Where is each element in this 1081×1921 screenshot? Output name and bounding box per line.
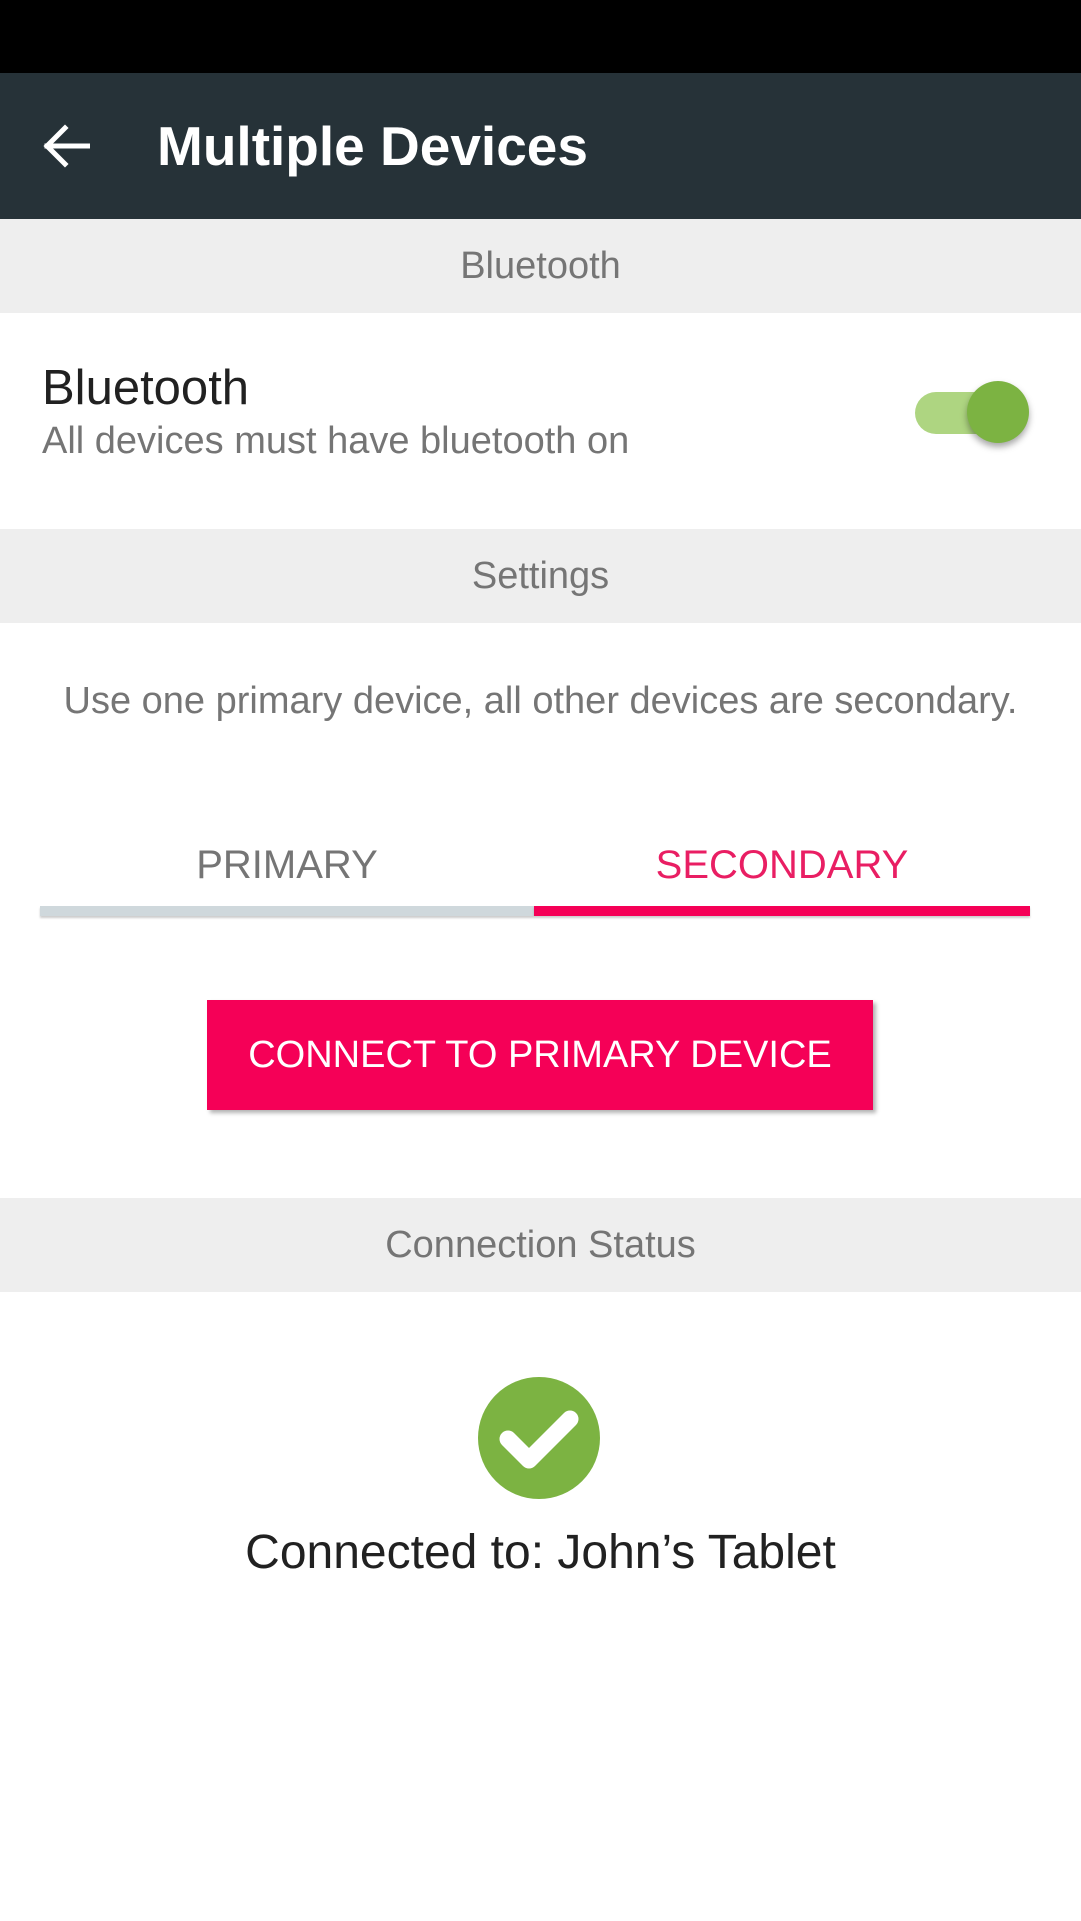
section-header-bluetooth: Bluetooth xyxy=(0,219,1081,313)
bluetooth-setting-subtitle: All devices must have bluetooth on xyxy=(42,420,630,462)
bluetooth-setting-title: Bluetooth xyxy=(42,361,250,415)
connect-to-primary-button[interactable]: CONNECT TO PRIMARY DEVICE xyxy=(207,1000,873,1110)
tab-primary[interactable]: PRIMARY xyxy=(40,820,534,910)
section-header-connection-status: Connection Status xyxy=(0,1198,1081,1292)
app-bar: Multiple Devices xyxy=(0,73,1081,219)
connection-status-text: Connected to: John’s Tablet xyxy=(245,1526,836,1579)
settings-description: Use one primary device, all other device… xyxy=(63,680,1018,722)
tab-indicator-secondary xyxy=(534,906,1030,916)
check-circle-icon xyxy=(478,1377,600,1499)
section-header-settings: Settings xyxy=(0,529,1081,623)
bluetooth-toggle[interactable] xyxy=(915,380,1031,446)
tab-secondary[interactable]: SECONDARY xyxy=(534,820,1030,910)
toggle-thumb xyxy=(967,381,1029,443)
tab-indicator-primary xyxy=(40,906,534,916)
arrow-left-icon xyxy=(43,124,90,168)
page-title: Multiple Devices xyxy=(157,115,588,177)
back-button[interactable] xyxy=(26,111,106,181)
status-bar xyxy=(0,0,1081,73)
